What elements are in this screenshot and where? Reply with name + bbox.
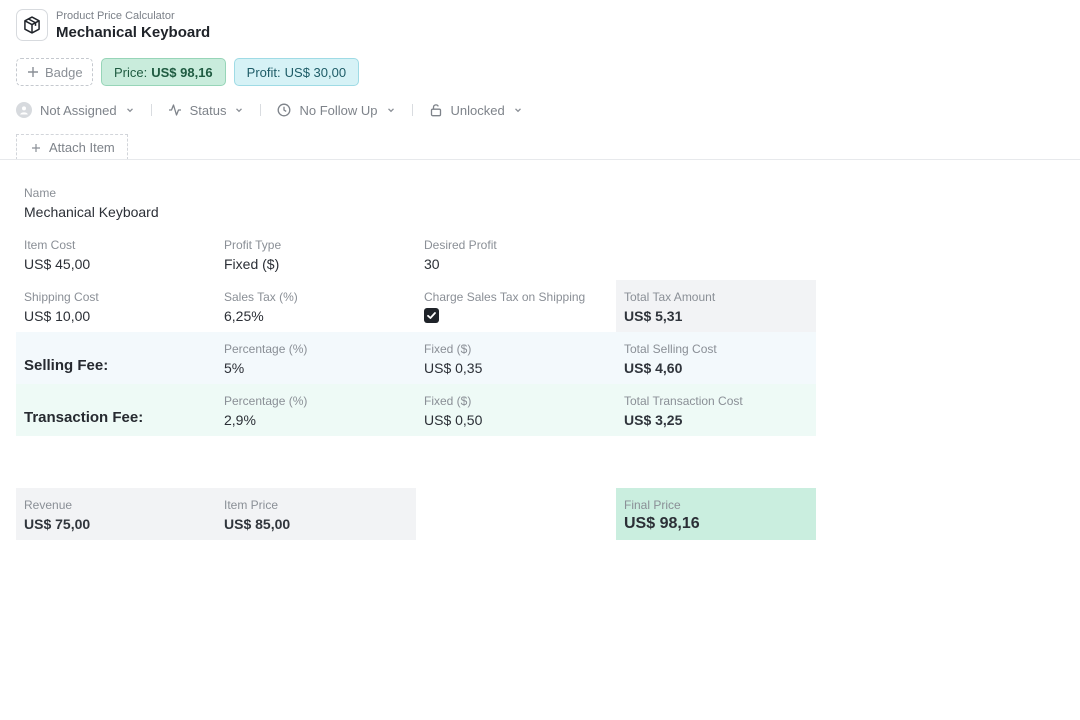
transaction-fee-row-label-cell: Transaction Fee: <box>16 384 216 436</box>
selling-fee-fixed-field[interactable]: Fixed ($) US$ 0,35 <box>416 332 616 384</box>
price-badge-value: US$ 98,16 <box>151 64 213 80</box>
name-label: Name <box>24 186 57 200</box>
attach-item-label: Attach Item <box>49 140 115 155</box>
attach-item-button[interactable]: Attach Item <box>16 134 128 160</box>
profit-type-value: Fixed ($) <box>224 256 280 272</box>
revenue-label: Revenue <box>24 498 73 512</box>
final-price-field: Final Price US$ 98,16 <box>616 488 816 540</box>
chevron-down-icon <box>513 105 523 115</box>
total-tax-field: Total Tax Amount US$ 5,31 <box>616 280 816 332</box>
charge-tax-shipping-field: Charge Sales Tax on Shipping <box>416 280 616 332</box>
total-selling-cost-label: Total Selling Cost <box>624 342 717 356</box>
lock-label: Unlocked <box>450 102 505 118</box>
price-badge-label: Price: <box>114 64 148 80</box>
follow-up-dropdown[interactable]: No Follow Up <box>277 103 395 118</box>
final-price-value: US$ 98,16 <box>624 515 700 532</box>
selling-fee-fixed-value: US$ 0,35 <box>424 360 483 376</box>
clock-icon <box>277 103 291 117</box>
assignee-label: Not Assigned <box>40 102 117 118</box>
transaction-fee-fixed-label: Fixed ($) <box>424 394 472 408</box>
add-badge-button[interactable]: Badge <box>16 58 93 86</box>
selling-fee-fixed-label: Fixed ($) <box>424 342 472 356</box>
chevron-down-icon <box>125 105 135 115</box>
desired-profit-field[interactable]: Desired Profit 30 <box>416 228 616 280</box>
item-cost-label: Item Cost <box>24 238 76 252</box>
desired-profit-value: 30 <box>424 256 440 272</box>
total-transaction-cost-label: Total Transaction Cost <box>624 394 743 408</box>
name-value: Mechanical Keyboard <box>24 204 159 220</box>
profit-type-label: Profit Type <box>224 238 282 252</box>
total-tax-label: Total Tax Amount <box>624 290 716 304</box>
name-field[interactable]: Name Mechanical Keyboard <box>16 176 416 228</box>
sales-tax-label: Sales Tax (%) <box>224 290 298 304</box>
assignee-dropdown[interactable]: Not Assigned <box>16 102 135 118</box>
item-cost-field[interactable]: Item Cost US$ 45,00 <box>16 228 216 280</box>
unlock-icon <box>429 103 443 117</box>
total-transaction-cost-value: US$ 3,25 <box>624 412 683 428</box>
transaction-fee-fixed-value: US$ 0,50 <box>424 412 483 428</box>
selling-fee-label: Selling Fee: <box>24 357 109 374</box>
profit-badge-label: Profit: <box>246 64 281 80</box>
total-selling-cost-value: US$ 4,60 <box>624 360 683 376</box>
desired-profit-label: Desired Profit <box>424 238 497 252</box>
lock-dropdown[interactable]: Unlocked <box>429 103 523 118</box>
activity-icon <box>168 103 182 117</box>
shipping-cost-field[interactable]: Shipping Cost US$ 10,00 <box>16 280 216 332</box>
profit-type-field[interactable]: Profit Type Fixed ($) <box>216 228 416 280</box>
transaction-fee-fixed-field[interactable]: Fixed ($) US$ 0,50 <box>416 384 616 436</box>
charge-tax-shipping-label: Charge Sales Tax on Shipping <box>424 290 586 304</box>
page-title: Mechanical Keyboard <box>56 24 211 41</box>
selling-fee-percentage-value: 5% <box>224 360 245 376</box>
meta-divider <box>150 104 152 116</box>
selling-fee-percentage-label: Percentage (%) <box>224 342 308 356</box>
price-badge[interactable]: Price: US$ 98,16 <box>101 58 226 86</box>
add-badge-label: Badge <box>45 64 83 80</box>
selling-fee-row-label-cell: Selling Fee: <box>16 332 216 384</box>
total-tax-value: US$ 5,31 <box>624 308 683 324</box>
plus-icon <box>31 143 41 153</box>
package-box-icon <box>16 9 48 41</box>
final-price-label: Final Price <box>624 498 681 512</box>
item-cost-value: US$ 45,00 <box>24 256 91 272</box>
header-divider <box>0 159 1080 160</box>
charge-tax-shipping-checkbox[interactable] <box>424 308 439 323</box>
sales-tax-value: 6,25% <box>224 308 264 324</box>
app-subtitle: Product Price Calculator <box>56 10 175 22</box>
transaction-fee-label: Transaction Fee: <box>24 409 144 426</box>
chevron-down-icon <box>386 105 396 115</box>
item-price-value: US$ 85,00 <box>224 516 291 532</box>
revenue-field: Revenue US$ 75,00 <box>16 488 216 540</box>
status-dropdown[interactable]: Status <box>168 103 245 118</box>
profit-badge-value: US$ 30,00 <box>284 64 347 80</box>
meta-divider <box>260 104 262 116</box>
revenue-value: US$ 75,00 <box>24 516 91 532</box>
profit-badge[interactable]: Profit: US$ 30,00 <box>233 58 360 86</box>
plus-icon <box>27 66 39 78</box>
badge-bar: Badge Price: US$ 98,16 Profit: US$ 30,00 <box>16 58 360 86</box>
selling-fee-percentage-field[interactable]: Percentage (%) 5% <box>216 332 416 384</box>
shipping-cost-label: Shipping Cost <box>24 290 99 304</box>
status-label: Status <box>189 102 227 118</box>
chevron-down-icon <box>234 105 244 115</box>
total-transaction-cost-field: Total Transaction Cost US$ 3,25 <box>616 384 816 436</box>
item-price-label: Item Price <box>224 498 279 512</box>
transaction-fee-percentage-value: 2,9% <box>224 412 256 428</box>
item-price-field: Item Price US$ 85,00 <box>216 488 416 540</box>
follow-up-label: No Follow Up <box>299 102 378 118</box>
meta-divider <box>411 104 413 116</box>
total-selling-cost-field: Total Selling Cost US$ 4,60 <box>616 332 816 384</box>
meta-bar: Not Assigned Status No Follow Up Unlocke… <box>16 100 523 120</box>
transaction-fee-percentage-label: Percentage (%) <box>224 394 308 408</box>
sales-tax-field[interactable]: Sales Tax (%) 6,25% <box>216 280 416 332</box>
avatar-icon <box>16 102 32 118</box>
shipping-cost-value: US$ 10,00 <box>24 308 91 324</box>
transaction-fee-percentage-field[interactable]: Percentage (%) 2,9% <box>216 384 416 436</box>
